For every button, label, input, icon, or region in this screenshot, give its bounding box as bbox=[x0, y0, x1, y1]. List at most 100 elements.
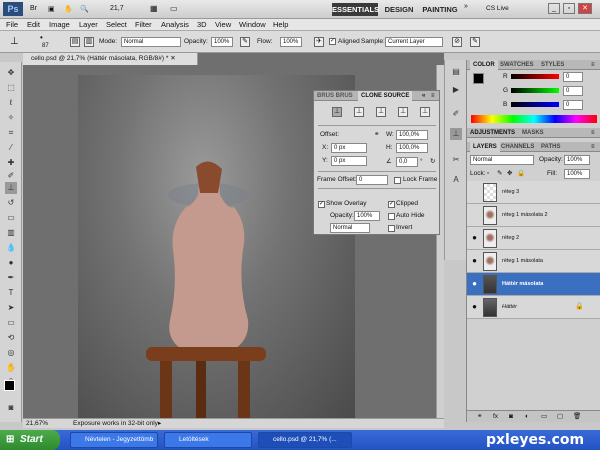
panel-menu-icon[interactable]: ≡ bbox=[431, 91, 435, 101]
clone-source-3-icon[interactable]: ⊥ bbox=[376, 107, 386, 117]
toggle-clone-source-icon[interactable]: ▥ bbox=[84, 37, 94, 47]
shape-tool-icon[interactable]: ▭ bbox=[5, 317, 17, 329]
opacity-input[interactable]: 100% bbox=[211, 37, 233, 47]
scale-h-input[interactable]: 100,0% bbox=[396, 143, 428, 153]
tab-swatches[interactable]: SWATCHES bbox=[500, 60, 534, 70]
dodge-tool-icon[interactable]: ● bbox=[5, 257, 17, 269]
pressure-size-icon[interactable]: ✎ bbox=[470, 37, 480, 47]
task-downloads[interactable]: Letöltések bbox=[164, 432, 252, 448]
menu-analysis[interactable]: Analysis bbox=[161, 19, 189, 31]
clone-source-4-icon[interactable]: ⊥ bbox=[398, 107, 408, 117]
visibility-toggle[interactable] bbox=[470, 187, 479, 197]
menu-help[interactable]: Help bbox=[273, 19, 288, 31]
tab-channels[interactable]: CHANNELS bbox=[501, 142, 534, 152]
menu-layer[interactable]: Layer bbox=[79, 19, 98, 31]
sample-select[interactable]: Current Layer bbox=[385, 37, 443, 47]
overlay-mode-select[interactable]: Normal bbox=[330, 223, 370, 233]
history-panel-icon[interactable]: ▤ bbox=[450, 66, 462, 78]
task-photoshop[interactable]: cello.psd @ 21,7% (... bbox=[258, 432, 352, 448]
color-ramp[interactable] bbox=[471, 115, 597, 123]
panel-collapse-icon[interactable]: « bbox=[422, 91, 425, 101]
layer-row[interactable]: ● réteg 2 bbox=[467, 227, 600, 250]
tab-paths[interactable]: PATHS bbox=[541, 142, 560, 152]
layer-row[interactable]: ● réteg 1 másolata bbox=[467, 250, 600, 273]
overlay-opacity-input[interactable]: 100% bbox=[354, 211, 380, 221]
maximize-button[interactable]: ▫ bbox=[563, 3, 575, 14]
color-foreground-swatch[interactable] bbox=[473, 73, 484, 84]
arrange-documents-icon[interactable]: ▦ bbox=[150, 4, 158, 13]
screen-mode-icon[interactable]: ▭ bbox=[170, 4, 178, 13]
flow-input[interactable]: 100% bbox=[280, 37, 302, 47]
layer-row-selected[interactable]: ● Háttér másolata bbox=[467, 273, 600, 296]
actions-panel-icon[interactable]: ▶ bbox=[450, 84, 462, 96]
eye-icon[interactable]: ● bbox=[470, 302, 479, 312]
visibility-toggle[interactable] bbox=[470, 210, 479, 220]
clone-stamp-tool-icon[interactable]: ⊥ bbox=[5, 182, 17, 194]
pressure-opacity-icon[interactable]: ✎ bbox=[240, 37, 250, 47]
layer-opacity-input[interactable]: 100% bbox=[564, 155, 590, 165]
red-value[interactable]: 0 bbox=[563, 72, 583, 82]
type-tool-icon[interactable]: T bbox=[5, 287, 17, 299]
offset-y-input[interactable]: 0 px bbox=[331, 156, 367, 166]
link-icon[interactable]: ⚭ bbox=[374, 130, 379, 140]
frame-offset-input[interactable]: 0 bbox=[356, 175, 388, 185]
green-value[interactable]: 0 bbox=[563, 86, 583, 96]
br-icon[interactable]: Br bbox=[30, 5, 37, 12]
clone-source-2-icon[interactable]: ⊥ bbox=[354, 107, 364, 117]
lock-position-icon[interactable]: ✥ bbox=[507, 169, 512, 179]
menu-window[interactable]: Window bbox=[239, 19, 266, 31]
minimize-button[interactable]: _ bbox=[548, 3, 560, 14]
document-tab[interactable]: cello.psd @ 21,7% (Háttér másolata, RGB/… bbox=[23, 53, 198, 65]
tab-brush[interactable]: BRUS BRUS bbox=[317, 91, 353, 101]
pen-tool-icon[interactable]: ✒ bbox=[5, 272, 17, 284]
delete-layer-icon[interactable]: 🗑 bbox=[573, 412, 581, 422]
fill-input[interactable]: 100% bbox=[564, 169, 590, 179]
menu-image[interactable]: Image bbox=[49, 19, 70, 31]
scale-w-input[interactable]: 100,0% bbox=[396, 130, 428, 140]
zoom-level[interactable]: 21,7 bbox=[110, 5, 124, 12]
start-button[interactable]: ⊞ Start bbox=[0, 430, 60, 450]
hand-tool-icon[interactable]: ✋ bbox=[64, 5, 73, 13]
blue-slider[interactable] bbox=[511, 102, 559, 107]
reset-transform-icon[interactable]: ↻ bbox=[430, 157, 435, 167]
clone-source-5-icon[interactable]: ⊥ bbox=[420, 107, 430, 117]
tab-styles[interactable]: STYLES bbox=[541, 60, 564, 70]
mini-bridge-icon[interactable]: ▣ bbox=[48, 5, 55, 13]
adjustment-layer-icon[interactable]: ◐ bbox=[525, 412, 529, 422]
task-notepad[interactable]: Névtelen - Jegyzettömb bbox=[70, 432, 158, 448]
green-slider[interactable] bbox=[511, 88, 559, 93]
clone-stamp-preset-icon[interactable]: ⊥ bbox=[10, 36, 19, 47]
fx-icon[interactable]: fx bbox=[493, 412, 498, 422]
clone-source-panel-icon[interactable]: ⊥ bbox=[450, 128, 462, 140]
layers-menu-icon[interactable]: ≡ bbox=[591, 142, 595, 152]
lasso-tool-icon[interactable]: ℓ bbox=[5, 97, 17, 109]
3d-rotate-tool-icon[interactable]: ⟲ bbox=[5, 332, 17, 344]
layer-row[interactable]: ● Háttér 🔒 bbox=[467, 296, 600, 319]
tools-presets-icon[interactable]: ✂ bbox=[450, 154, 462, 166]
adjustments-menu-icon[interactable]: ≡ bbox=[591, 128, 595, 138]
workspace-painting[interactable]: PAINTING bbox=[420, 3, 460, 16]
quick-selection-tool-icon[interactable]: ✧ bbox=[5, 112, 17, 124]
move-tool-icon[interactable]: ✥ bbox=[5, 67, 17, 79]
eyedropper-tool-icon[interactable]: ⁄ bbox=[5, 142, 17, 154]
path-selection-tool-icon[interactable]: ➤ bbox=[5, 302, 17, 314]
gradient-tool-icon[interactable]: ▥ bbox=[5, 227, 17, 239]
aligned-checkbox[interactable]: ✓ bbox=[329, 38, 336, 45]
lock-transparent-icon[interactable]: ▫ bbox=[487, 169, 489, 179]
lock-all-icon[interactable]: 🔒 bbox=[517, 169, 525, 179]
mode-select[interactable]: Normal bbox=[121, 37, 181, 47]
angle-input[interactable]: 0,0 bbox=[396, 157, 418, 167]
healing-brush-tool-icon[interactable]: ✚ bbox=[5, 157, 17, 169]
menu-select[interactable]: Select bbox=[106, 19, 127, 31]
blur-tool-icon[interactable]: 💧 bbox=[5, 242, 17, 254]
brush-panel-icon[interactable]: ✐ bbox=[450, 108, 462, 120]
lock-image-icon[interactable]: ✎ bbox=[497, 169, 502, 179]
workspace-essentials[interactable]: ESSENTIALS bbox=[332, 3, 379, 16]
workspace-more-icon[interactable]: » bbox=[464, 3, 468, 10]
lock-frame-checkbox[interactable] bbox=[394, 177, 401, 184]
toggle-brush-panel-icon[interactable]: ▤ bbox=[70, 37, 80, 47]
blue-value[interactable]: 0 bbox=[563, 100, 583, 110]
menu-view[interactable]: View bbox=[215, 19, 231, 31]
workspace-design[interactable]: DESIGN bbox=[382, 3, 416, 16]
ignore-adjustment-icon[interactable]: ⊘ bbox=[452, 37, 462, 47]
